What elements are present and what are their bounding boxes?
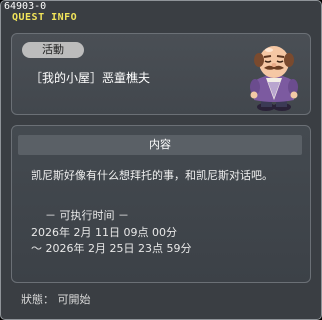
time-end: ～ 2026年 2月 25日 23点 59分 bbox=[31, 242, 192, 255]
quest-info-window: 64903-0 QUEST INFO 活動 ［我的小屋］恶童樵夫 内容 凯尼斯好… bbox=[0, 0, 322, 320]
quest-id-label: 64903-0 bbox=[4, 1, 47, 12]
time-label: － 可执行时间 － bbox=[45, 209, 129, 222]
quest-category-badge: 活動 bbox=[22, 42, 84, 58]
content-header: 内容 bbox=[18, 135, 302, 155]
quest-content-panel: 内容 凯尼斯好像有什么想拜托的事，和凯尼斯对话吧。 － 可执行时间 － 2026… bbox=[11, 125, 311, 283]
quest-status: 狀態： 可開始 bbox=[21, 293, 91, 306]
npc-portrait-icon bbox=[250, 46, 298, 111]
quest-description: 凯尼斯好像有什么想拜托的事，和凯尼斯对话吧。 bbox=[31, 169, 273, 182]
quest-summary-panel: 活動 ［我的小屋］恶童樵夫 bbox=[11, 33, 311, 115]
time-start: 2026年 2月 11日 09点 00分 bbox=[31, 226, 177, 239]
window-title: QUEST INFO bbox=[12, 12, 78, 23]
quest-name: ［我的小屋］恶童樵夫 bbox=[30, 71, 151, 85]
